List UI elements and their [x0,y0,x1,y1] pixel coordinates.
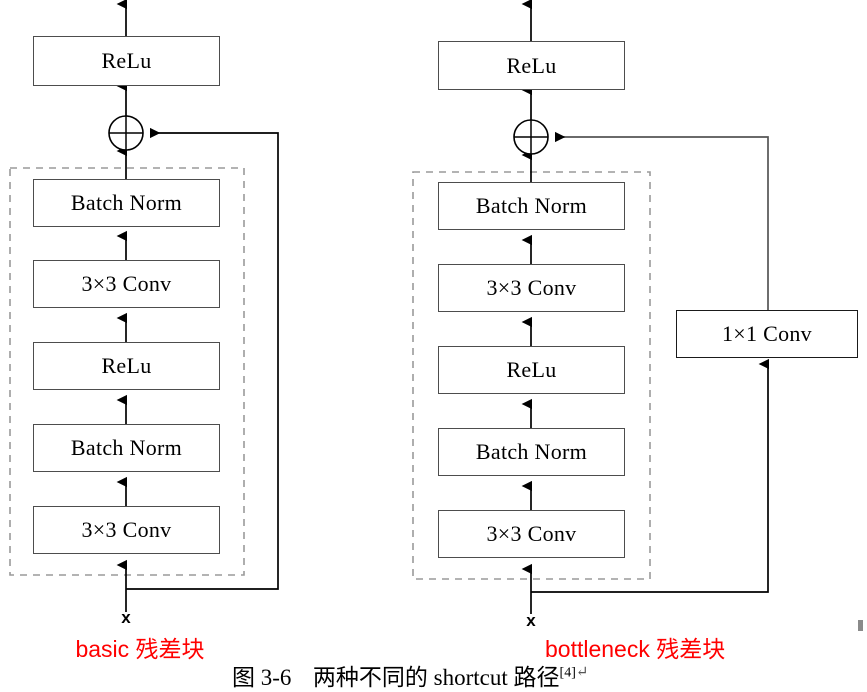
paragraph-mark-icon: ↵ [575,664,589,681]
figure-canvas: ReLu Batch Norm 3×3 Conv ReLu Batch Norm… [0,0,867,690]
bottleneck-batchnorm1-box[interactable]: Batch Norm [438,428,625,476]
figure-caption-number: 图 3-6 [232,665,292,690]
basic-conv2-box[interactable]: 3×3 Conv [33,260,220,308]
bottleneck-output-relu-box[interactable]: ReLu [438,41,625,90]
figure-caption-reference: [4] [559,665,576,681]
basic-block-label: basic 残差块 [75,636,205,662]
figure-caption: 图 3-6 两种不同的 shortcut 路径[4]↵ [232,658,588,692]
bottleneck-batchnorm2-box[interactable]: Batch Norm [438,182,625,230]
figure-caption-text: 两种不同的 shortcut 路径 [312,665,560,690]
bottleneck-conv2-box[interactable]: 3×3 Conv [438,264,625,312]
basic-input-label: x [121,608,131,627]
bottleneck-conv1-box[interactable]: 3×3 Conv [438,510,625,558]
bottleneck-shortcut-conv-box[interactable]: 1×1 Conv [676,310,858,358]
page-edge-marker [858,620,863,631]
basic-relu-box[interactable]: ReLu [33,342,220,390]
bottleneck-input-label: x [526,611,536,630]
basic-conv1-box[interactable]: 3×3 Conv [33,506,220,554]
bottleneck-block-label: bottleneck 残差块 [545,636,726,662]
bottleneck-relu-box[interactable]: ReLu [438,346,625,394]
basic-batchnorm1-box[interactable]: Batch Norm [33,424,220,472]
basic-batchnorm2-box[interactable]: Batch Norm [33,179,220,227]
basic-output-relu-box[interactable]: ReLu [33,36,220,86]
